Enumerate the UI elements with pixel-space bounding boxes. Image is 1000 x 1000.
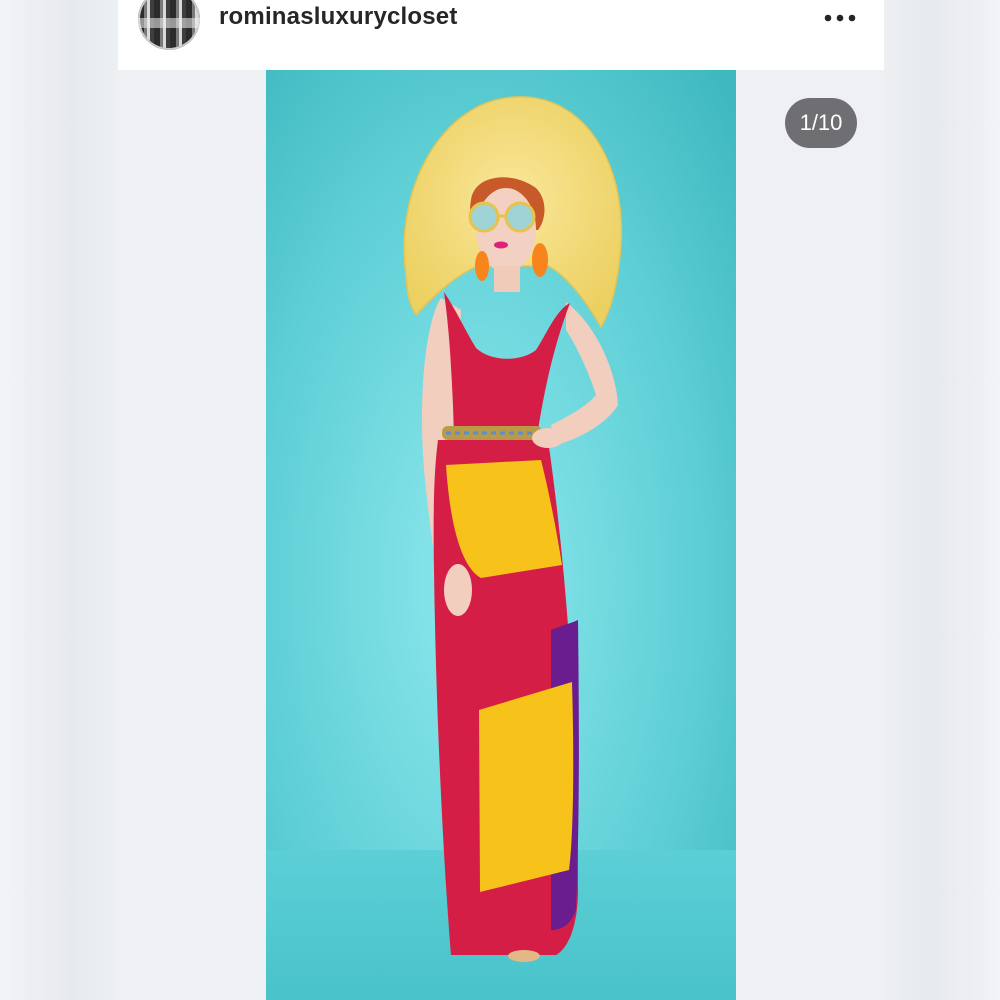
more-options-button[interactable] <box>818 4 862 32</box>
image-counter-text: 1/10 <box>799 110 843 135</box>
blurred-backdrop-left <box>0 0 118 1000</box>
post-media[interactable]: 1/10 <box>118 70 884 1000</box>
blurred-backdrop-right <box>884 0 1000 1000</box>
profile-avatar[interactable] <box>138 0 200 50</box>
username-link[interactable]: rominasluxurycloset <box>219 3 458 31</box>
fashion-photo <box>266 70 736 1000</box>
post-header: rominasluxurycloset <box>118 0 884 70</box>
more-horizontal-icon <box>824 14 856 22</box>
image-counter: 1/10 <box>785 98 857 148</box>
instagram-post: rominasluxurycloset 1/10 <box>118 0 884 1000</box>
post-photo <box>266 70 736 1000</box>
